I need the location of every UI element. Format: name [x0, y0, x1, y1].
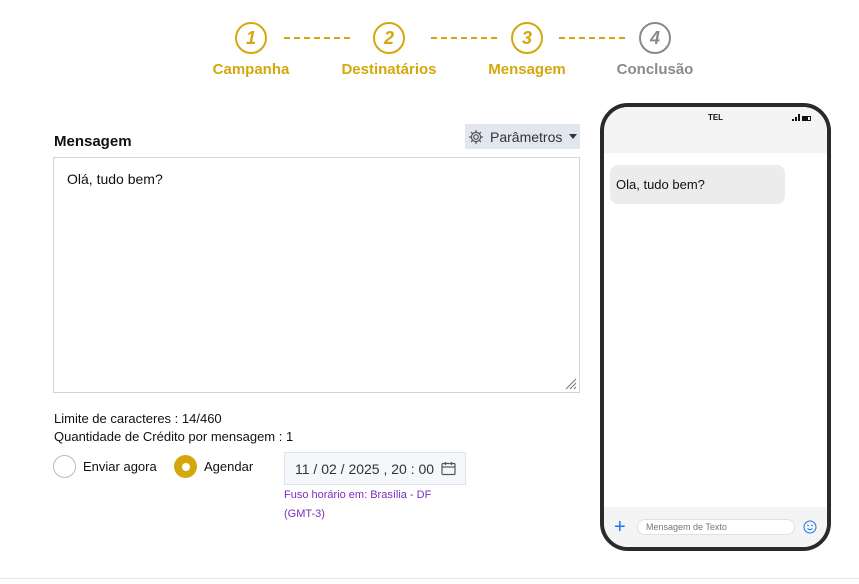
page: 1 Campanha 2 Destinatários 3 Mensagem 4 …	[0, 0, 859, 584]
step-label: Mensagem	[488, 61, 566, 78]
datetime-value: 11 / 02 / 2025 , 20 : 00	[295, 460, 435, 477]
schedule-radio[interactable]: Agendar	[174, 455, 253, 478]
divider	[0, 578, 859, 579]
phone-compose-bar: +	[604, 507, 827, 547]
message-textarea[interactable]: Olá, tudo bem?	[53, 157, 580, 393]
phone-message-input[interactable]	[637, 519, 795, 535]
parameters-button[interactable]: Parâmetros	[465, 124, 580, 149]
radio-circle[interactable]	[174, 455, 197, 478]
step-campanha[interactable]: 1 Campanha	[196, 22, 306, 78]
message-bubble: Ola, tudo bem?	[610, 165, 785, 204]
timezone-text: Fuso horário em: Brasília - DF	[284, 489, 432, 501]
step-label: Conclusão	[616, 61, 694, 78]
step-label: Destinatários	[341, 61, 437, 78]
send-now-radio[interactable]: Enviar agora	[53, 455, 157, 478]
radio-circle[interactable]	[53, 455, 76, 478]
step-conclusao[interactable]: 4 Conclusão	[600, 22, 710, 78]
caret-down-icon	[569, 134, 578, 139]
resize-grip-icon[interactable]	[563, 376, 577, 390]
step-label: Campanha	[212, 61, 290, 78]
datetime-input[interactable]: 11 / 02 / 2025 , 20 : 00	[284, 452, 466, 485]
step-destinatarios[interactable]: 2 Destinatários	[334, 22, 444, 78]
step-number: 4	[639, 22, 671, 54]
emoji-icon[interactable]	[803, 520, 817, 534]
credit-qty-text: Quantidade de Crédito por mensagem : 1	[54, 429, 294, 444]
phone-preview: TEL Ola, tudo bem? +	[600, 103, 831, 551]
char-limit-text: Limite de caracteres : 14/460	[54, 411, 222, 426]
plus-icon[interactable]: +	[614, 517, 626, 537]
parameters-label: Parâmetros	[490, 128, 563, 145]
schedule-label: Agendar	[204, 459, 254, 474]
message-title: Mensagem	[54, 133, 132, 150]
phone-status-bar: TEL	[604, 107, 827, 153]
battery-icon	[802, 116, 811, 121]
step-number: 1	[235, 22, 267, 54]
gear-icon	[468, 129, 484, 145]
timezone-gmt: (GMT-3)	[284, 508, 325, 520]
send-now-label: Enviar agora	[83, 459, 157, 474]
step-number: 3	[511, 22, 543, 54]
calendar-icon[interactable]	[441, 461, 456, 476]
signal-icon	[792, 114, 800, 121]
step-number: 2	[373, 22, 405, 54]
step-mensagem[interactable]: 3 Mensagem	[472, 22, 582, 78]
